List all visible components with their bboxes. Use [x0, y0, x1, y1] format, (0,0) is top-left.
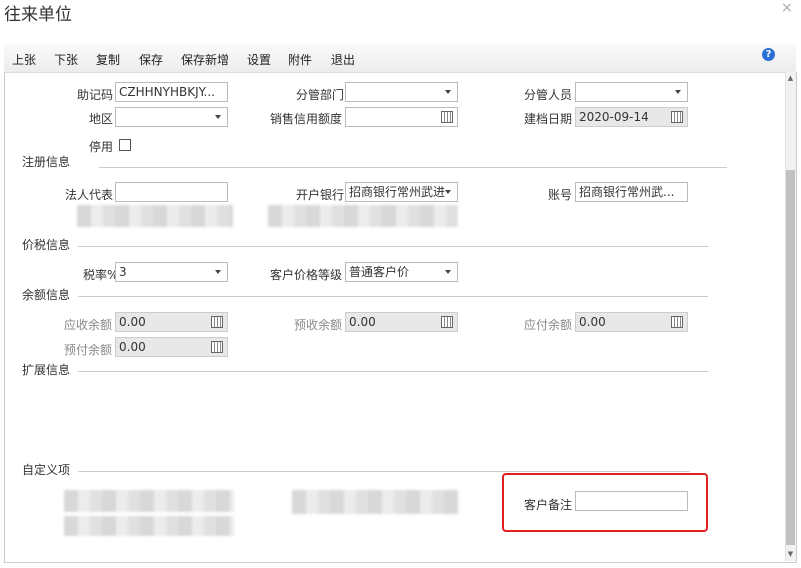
- toolbar: [4, 44, 796, 73]
- prereceived-label: 预收余额: [294, 318, 343, 332]
- divider: [78, 471, 690, 472]
- help-icon[interactable]: ?: [762, 48, 775, 61]
- chevron-down-icon: [445, 270, 451, 274]
- mnemonic-label: 助记码: [77, 88, 114, 102]
- balance-section-title: 余额信息: [22, 288, 71, 302]
- account-label: 账号: [548, 188, 573, 202]
- divider: [99, 167, 727, 168]
- copy-button[interactable]: 复制: [96, 51, 120, 68]
- redacted-area: [77, 205, 233, 227]
- prev-button[interactable]: 上张: [12, 51, 36, 68]
- receivable-field[interactable]: 0.00: [115, 312, 228, 332]
- legal-field[interactable]: [115, 182, 228, 202]
- chevron-down-icon: [675, 90, 681, 94]
- chevron-down-icon: [445, 190, 451, 194]
- region-select[interactable]: [115, 107, 228, 127]
- custom-section-title: 自定义项: [22, 463, 71, 477]
- next-button[interactable]: 下张: [54, 51, 78, 68]
- chevron-down-icon: [215, 270, 221, 274]
- divider: [78, 371, 708, 372]
- calculator-icon[interactable]: [211, 341, 223, 353]
- staff-label: 分管人员: [524, 88, 573, 102]
- created-date-field[interactable]: 2020-09-14: [575, 107, 688, 127]
- disabled-checkbox[interactable]: [119, 139, 131, 151]
- region-label: 地区: [89, 112, 114, 126]
- staff-select[interactable]: [575, 82, 688, 102]
- dept-select[interactable]: [345, 82, 458, 102]
- credit-field[interactable]: [345, 107, 458, 127]
- payable-label: 应付余额: [524, 318, 573, 332]
- settings-button[interactable]: 设置: [247, 51, 271, 68]
- save-new-button[interactable]: 保存新增: [181, 51, 229, 68]
- disabled-label: 停用: [89, 140, 114, 154]
- close-icon[interactable]: ×: [781, 0, 793, 16]
- tax-rate-select[interactable]: 3: [115, 262, 228, 282]
- calendar-icon[interactable]: [671, 111, 683, 123]
- chevron-down-icon: [215, 115, 221, 119]
- window-title: 往来单位: [4, 5, 72, 25]
- redacted-area: [64, 490, 234, 512]
- price-level-label: 客户价格等级: [270, 268, 343, 282]
- created-label: 建档日期: [524, 112, 573, 126]
- save-button[interactable]: 保存: [139, 51, 163, 68]
- dept-label: 分管部门: [296, 88, 345, 102]
- payable-field[interactable]: 0.00: [575, 312, 688, 332]
- highlight-box: [502, 473, 708, 532]
- calculator-icon[interactable]: [671, 316, 683, 328]
- chevron-down-icon: [445, 90, 451, 94]
- redacted-area: [64, 516, 234, 536]
- divider: [78, 246, 708, 247]
- price-level-select[interactable]: 普通客户价: [345, 262, 458, 282]
- registration-section-title: 注册信息: [22, 155, 71, 169]
- receivable-label: 应收余额: [64, 318, 113, 332]
- scroll-down-icon[interactable]: ▼: [786, 550, 795, 559]
- prepaid-label: 预付余额: [64, 343, 113, 357]
- calculator-icon[interactable]: [441, 316, 453, 328]
- account-field[interactable]: 招商银行常州武...: [575, 182, 688, 202]
- bank-label: 开户银行: [296, 188, 345, 202]
- extended-section-title: 扩展信息: [22, 363, 71, 377]
- prereceived-field[interactable]: 0.00: [345, 312, 458, 332]
- exit-button[interactable]: 退出: [331, 51, 355, 68]
- divider: [78, 296, 708, 297]
- attachment-button[interactable]: 附件: [288, 51, 312, 68]
- prepaid-field[interactable]: 0.00: [115, 337, 228, 357]
- tax-section-title: 价税信息: [22, 238, 71, 252]
- calculator-icon[interactable]: [211, 316, 223, 328]
- redacted-area: [292, 490, 458, 514]
- redacted-area: [268, 205, 458, 227]
- credit-label: 销售信用额度: [270, 112, 343, 126]
- scrollbar-thumb[interactable]: [786, 170, 795, 545]
- scroll-up-icon[interactable]: ▲: [786, 74, 795, 83]
- bank-select[interactable]: 招商银行常州武进: [345, 182, 458, 202]
- mnemonic-field[interactable]: CZHHNYHBKJY...: [115, 82, 228, 102]
- legal-label: 法人代表: [65, 188, 114, 202]
- calculator-icon[interactable]: [441, 111, 453, 123]
- tax-rate-label: 税率%: [83, 268, 119, 282]
